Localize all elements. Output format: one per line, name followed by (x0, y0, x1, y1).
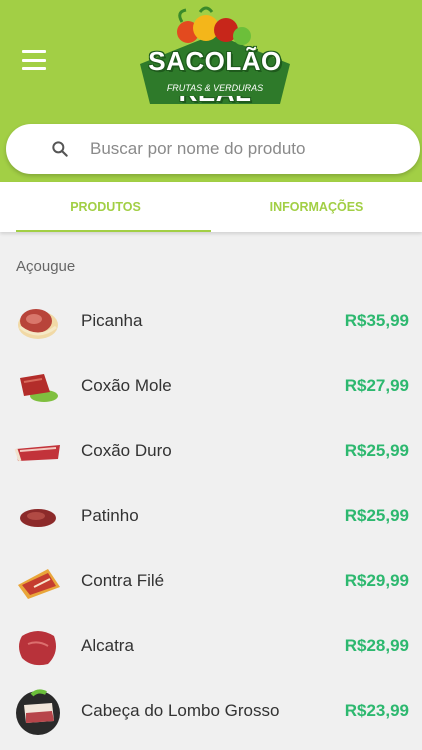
contra-file-image (18, 568, 60, 599)
section-title: Açougue (16, 258, 76, 275)
product-price: R$23,99 (344, 700, 409, 720)
tab-informacoes[interactable]: INFORMAÇÕES (211, 182, 422, 232)
product-list: Picanha R$35,99 Coxão Mole R$27,99 Coxão… (0, 288, 422, 743)
product-name: Coxão Duro (81, 440, 172, 460)
product-price: R$27,99 (344, 375, 409, 395)
product-item[interactable]: Patinho R$25,99 (0, 483, 422, 548)
product-item[interactable]: Cabeça do Lombo Grosso R$23,99 (0, 678, 422, 743)
product-name: Cabeça do Lombo Grosso (81, 700, 280, 720)
app-header: SACOLÃO REAL FRUTAS & VERDURAS (0, 0, 422, 182)
product-price: R$29,99 (344, 570, 409, 590)
search-bar[interactable] (6, 124, 420, 174)
product-item[interactable]: Picanha R$35,99 (0, 288, 422, 353)
product-price: R$28,99 (344, 635, 409, 655)
store-logo: SACOLÃO REAL FRUTAS & VERDURAS (130, 4, 300, 108)
coxao-duro-image (14, 444, 60, 461)
tab-produtos[interactable]: PRODUTOS (0, 182, 211, 232)
product-item[interactable]: Coxão Mole R$27,99 (0, 353, 422, 418)
product-price: R$35,99 (344, 310, 409, 330)
cabeca-do-lombo-image (16, 688, 60, 735)
patinho-image (20, 508, 56, 527)
tab-bar: PRODUTOS INFORMAÇÕES (0, 182, 422, 232)
picanha-image (18, 308, 58, 339)
product-price: R$25,99 (344, 440, 409, 460)
search-input[interactable] (90, 139, 390, 159)
search-icon (52, 141, 68, 157)
hamburger-menu-icon[interactable] (22, 50, 46, 70)
product-price: R$25,99 (344, 505, 409, 525)
product-name: Coxão Mole (81, 375, 172, 395)
product-name: Patinho (81, 505, 139, 525)
alcatra-image (19, 630, 56, 665)
logo-title: SACOLÃO REAL (148, 46, 282, 107)
product-name: Contra Filé (81, 570, 165, 590)
product-item[interactable]: Coxão Duro R$25,99 (0, 418, 422, 483)
product-name: Picanha (81, 310, 143, 330)
product-item[interactable]: Alcatra R$28,99 (0, 613, 422, 678)
product-name: Alcatra (81, 635, 134, 655)
product-item[interactable]: Contra Filé R$29,99 (0, 548, 422, 613)
coxao-mole-image (20, 373, 58, 402)
logo-subtitle: FRUTAS & VERDURAS (160, 80, 270, 96)
